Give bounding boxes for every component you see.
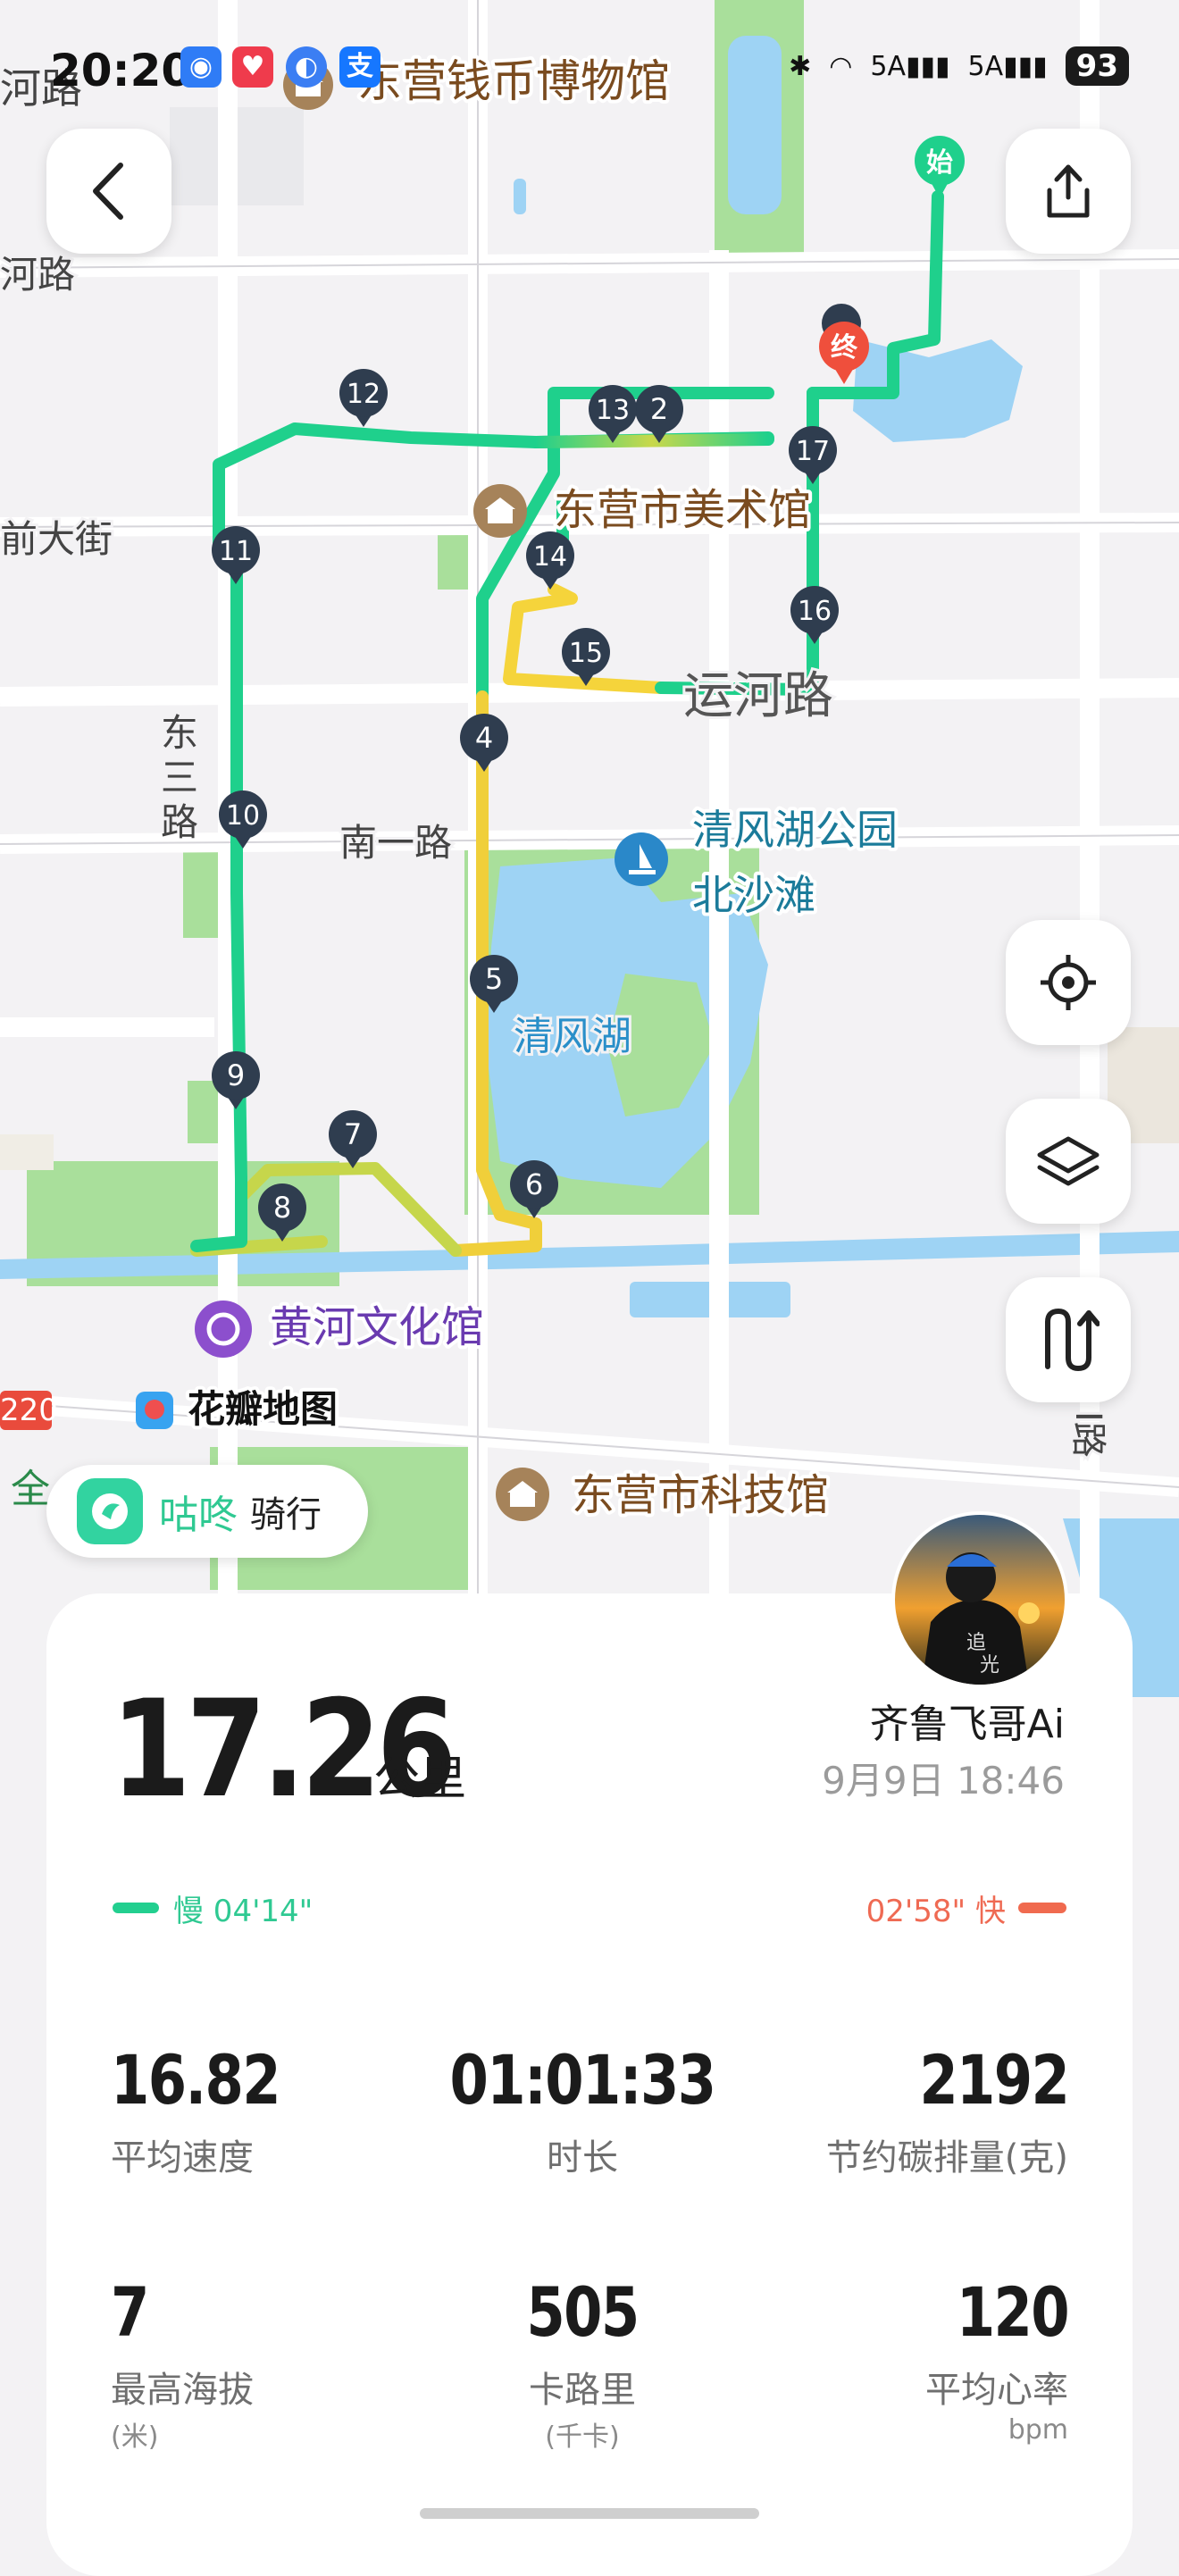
stat-value: 2192 [919,2040,1070,2120]
stat-carbon: 2192 节约碳排量(克) [825,2040,1070,2180]
poi-label-culture-hall: 黄河文化馆 [270,1302,484,1352]
huaban-map-logo-icon [136,1392,173,1429]
route-replay-button[interactable] [1006,1277,1131,1402]
route-marker-label: 9 [227,1058,245,1092]
map-logo-label: 花瓣地图 [188,1387,338,1431]
signal-icon: 5A▮▮▮ [870,50,950,82]
activity-type: 骑行 [250,1494,322,1535]
stat-label: 最高海拔 [111,2370,254,2411]
stat-avg-speed: 16.82 平均速度 [111,2040,316,2180]
share-button[interactable] [1006,129,1131,254]
pace-slow-label: 慢 04'14" [173,1894,314,1929]
activity-summary-card: 追 光 17.26 公里 齐鲁飞哥Ai 9月9日 18:46 慢 04'14" … [46,1511,1133,2576]
stat-heart-rate: 120 平均心率 bpm [925,2272,1070,2446]
stat-label: 卡路里 [529,2370,636,2411]
codoon-logo-icon [77,1478,143,1544]
road-label: 220 [0,1393,58,1428]
signal-icon: 5A▮▮▮ [967,50,1048,82]
park-icon [615,832,668,886]
distance-unit: 公里 [373,1752,467,1806]
user-name: 齐鲁飞哥Ai [869,1702,1065,1747]
road-label: 河路 [0,253,75,297]
status-right: ✱ ◠ 5A▮▮▮ 5A▮▮▮ 93 [789,46,1129,86]
route-marker-label: 16 [798,596,832,627]
lake-label: 清风湖 [514,1014,631,1059]
route-marker-label: 15 [569,638,603,669]
route-map[interactable]: 东营钱币博物馆 东营市美术馆 清风湖公园 北沙滩 黄河文化馆 东营市科技馆 花瓣… [0,0,1179,1697]
poi-label-art-museum: 东营市美术馆 [554,485,811,535]
app-notification-icon: ◉ [180,46,222,88]
home-indicator[interactable] [420,2508,759,2519]
stat-value: 01:01:33 [449,2040,717,2120]
route-marker-label: 12 [347,379,380,410]
route-marker-label: 14 [533,541,567,573]
route-marker-label: 7 [344,1117,362,1151]
svg-text:终: 终 [831,332,858,364]
stat-value: 505 [526,2272,640,2352]
poi-label-park: 清风湖公园 [692,806,898,854]
stat-value: 7 [111,2272,149,2352]
route-marker-label: 10 [226,800,260,832]
app-brand-badge: 咕咚 骑行 [46,1465,368,1558]
stat-unit: (米) [111,2421,159,2453]
route-marker-label: 4 [475,721,493,755]
svg-text:始: 始 [926,147,953,179]
stat-label: 平均心率 [925,2370,1068,2411]
road-label: 南一路 [339,821,452,865]
stat-label: 时长 [547,2137,618,2179]
road-label-vertical-3: 路 [161,800,198,844]
user-avatar[interactable]: 追 光 [891,1511,1068,1688]
pace-fast-label: 02'58" 快 [865,1894,1006,1929]
stat-calories: 505 卡路里 (千卡) [404,2272,761,2454]
road-label: 前大街 [0,517,113,561]
route-marker-label: 17 [796,436,830,467]
road-label: 运河路 [683,667,833,725]
route-marker-label: 8 [273,1191,291,1225]
road-label: 全 [11,1467,50,1512]
route-marker-label: 11 [219,536,253,567]
stat-label: 节约碳排量(克) [825,2137,1068,2179]
stat-unit: (千卡) [545,2421,620,2453]
stat-label: 平均速度 [111,2137,254,2179]
brand-name: 咕咚 [159,1493,238,1538]
culture-hall-icon [195,1301,252,1358]
share-icon [1047,164,1090,218]
route-marker-label: 2 [650,392,668,426]
route-marker-label: 6 [525,1167,543,1201]
science-museum-icon [496,1468,549,1521]
route-curve-icon [1045,1308,1100,1372]
back-button[interactable] [46,129,171,254]
wifi-icon: ◠ [829,50,853,82]
activity-date: 9月9日 18:46 [822,1759,1065,1802]
status-bar: 20:20 ◉ ♥ ◐ 支 ✱ ◠ 5A▮▮▮ 5A▮▮▮ 93 [0,38,1179,100]
road-label-vertical-1: 东 [161,711,198,755]
poi-label-north-beach: 北沙滩 [692,871,815,919]
bluetooth-icon: ✱ [789,50,812,82]
app-notification-icon: ◐ [286,46,327,88]
status-time: 20:20 [50,45,193,96]
stat-value: 120 [956,2272,1070,2352]
art-museum-icon [473,484,527,538]
battery-indicator: 93 [1065,46,1129,86]
road-label-vertical-2: 三 [161,756,198,799]
alipay-icon: 支 [339,46,380,88]
app-notification-icon: ♥ [232,46,273,88]
layers-icon [1037,1136,1100,1186]
layers-button[interactable] [1006,1099,1131,1224]
locate-button[interactable] [1006,920,1131,1045]
stat-max-altitude: 7 最高海拔 (米) [111,2272,254,2454]
stat-value: 16.82 [111,2040,281,2120]
chevron-left-icon [93,163,123,220]
route-marker-label: 13 [596,395,630,426]
road-label: I路 [1067,1411,1108,1458]
pace-legend: 慢 04'14" 02'58" 快 [111,1886,1068,1931]
stat-unit: bpm [1008,2414,1068,2446]
stat-duration: 01:01:33 时长 [404,2040,761,2180]
poi-label-science-museum: 东营市科技馆 [572,1470,829,1520]
locate-icon [1041,955,1096,1010]
svg-text:追: 追 [966,1632,986,1654]
svg-text:光: 光 [980,1654,999,1677]
route-marker-label: 5 [485,962,503,996]
